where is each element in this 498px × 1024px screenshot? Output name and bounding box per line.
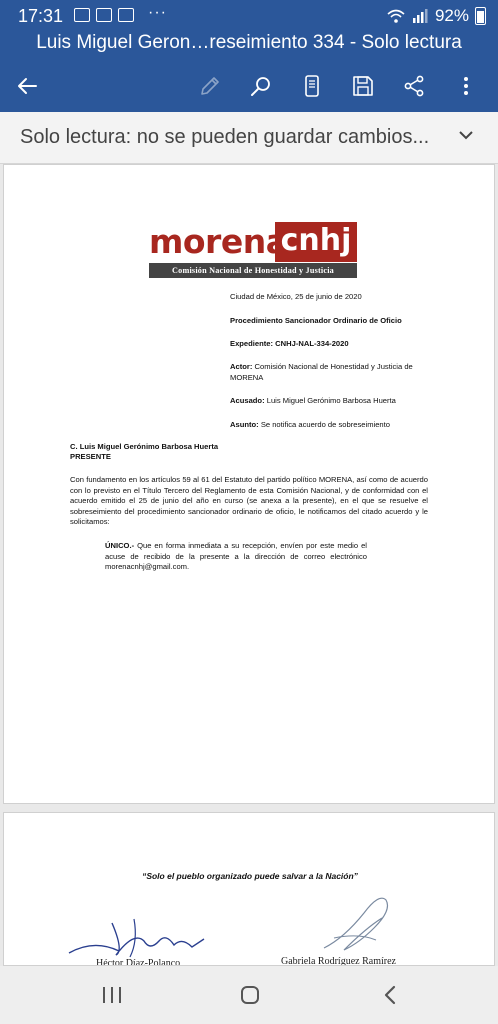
signal-icon xyxy=(412,9,428,23)
outlook-notification-icon xyxy=(96,8,112,22)
signature-2 xyxy=(323,897,389,951)
chevron-down-icon[interactable] xyxy=(458,128,474,142)
wifi-icon xyxy=(387,9,405,23)
expediente-value: CNHJ-NAL-334-2020 xyxy=(275,339,349,348)
acusado-label: Acusado: xyxy=(230,396,265,405)
back-arrow-icon[interactable] xyxy=(10,68,46,104)
more-notifications-icon: ··· xyxy=(148,4,167,21)
save-icon[interactable] xyxy=(345,68,381,104)
system-nav-bar xyxy=(0,966,498,1024)
search-icon[interactable] xyxy=(243,68,279,104)
share-icon[interactable] xyxy=(396,68,432,104)
notification-icons xyxy=(74,8,134,22)
doc-date: Ciudad de México, 25 de junio de 2020 xyxy=(230,292,362,301)
logo-morena-text: morena xyxy=(149,222,288,261)
back-icon[interactable] xyxy=(372,980,408,1010)
document-page-1[interactable]: morena cnhj Comisión Nacional de Honesti… xyxy=(3,164,495,804)
doc-procedure: Procedimiento Sancionador Ordinario de O… xyxy=(230,316,402,325)
doc-unico: ÚNICO.- Que en forma inmediata a su rece… xyxy=(105,541,367,573)
app-bar: 17:31 ··· 92% Luis Miguel Geron…reseimie… xyxy=(0,0,498,112)
doc-recipient: C. Luis Miguel Gerónimo Barbosa Huerta xyxy=(70,442,219,451)
signer-2-name: Gabriela Rodríguez Ramírez xyxy=(281,956,396,966)
gallery-notification-icon xyxy=(74,8,90,22)
recents-icon[interactable] xyxy=(94,980,130,1010)
signer-1-name: Héctor Díaz-Polanco xyxy=(96,958,181,966)
read-only-message: Solo lectura: no se pueden guardar cambi… xyxy=(20,126,430,148)
home-icon[interactable] xyxy=(232,980,268,1010)
doc-expediente: Expediente: CNHJ-NAL-334-2020 xyxy=(230,339,430,350)
actor-value: Comisión Nacional de Honestidad y Justic… xyxy=(230,362,413,382)
doc-motto: “Solo el pueblo organizado puede salvar … xyxy=(142,871,358,881)
status-time: 17:31 xyxy=(18,6,64,26)
doc-presente: PRESENTE xyxy=(70,452,111,461)
news-notification-icon xyxy=(118,8,134,22)
pen-icon[interactable] xyxy=(192,68,228,104)
document-title: Luis Miguel Geron…reseimiento 334 - Solo… xyxy=(36,32,462,53)
expediente-label: Expediente: xyxy=(230,339,274,348)
signature-1 xyxy=(68,918,205,958)
unico-label: ÚNICO.- xyxy=(105,541,135,550)
asunto-label: Asunto: xyxy=(230,420,259,429)
actor-label: Actor: xyxy=(230,362,253,371)
doc-actor: Actor: Comisión Nacional de Honestidad y… xyxy=(230,362,430,383)
read-only-banner[interactable]: Solo lectura: no se pueden guardar cambi… xyxy=(0,112,498,164)
doc-body: Con fundamento en los artículos 59 al 61… xyxy=(70,475,428,526)
doc-asunto: Asunto: Se notifica acuerdo de sobreseim… xyxy=(230,420,430,431)
doc-acusado: Acusado: Luis Miguel Gerónimo Barbosa Hu… xyxy=(230,396,430,407)
more-vert-icon[interactable] xyxy=(448,68,484,104)
mobile-view-icon[interactable] xyxy=(294,68,330,104)
battery-percent: 92% xyxy=(434,6,469,25)
acusado-value: Luis Miguel Gerónimo Barbosa Huerta xyxy=(266,396,396,405)
document-page-2[interactable]: “Solo el pueblo organizado puede salvar … xyxy=(3,812,495,966)
toolbar xyxy=(0,64,498,108)
morena-cnhj-logo: morena cnhj Comisión Nacional de Honesti… xyxy=(147,222,359,280)
unico-text: Que en forma inmediata a su recepción, e… xyxy=(105,541,367,571)
status-bar: 17:31 ··· 92% xyxy=(0,0,498,32)
asunto-value: Se notifica acuerdo de sobreseimiento xyxy=(260,420,390,429)
battery-icon xyxy=(475,7,486,25)
logo-subtitle: Comisión Nacional de Honestidad y Justic… xyxy=(149,263,357,278)
logo-cnhj-text: cnhj xyxy=(275,222,357,262)
